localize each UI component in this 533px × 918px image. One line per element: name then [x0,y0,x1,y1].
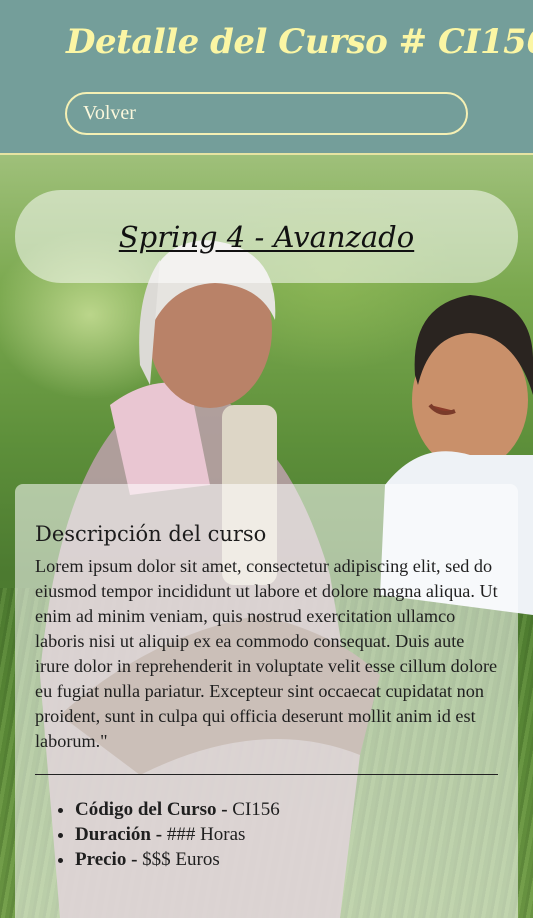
detail-item-code: Código del Curso - CI156 [75,797,498,822]
description-heading: Descripción del curso [35,522,267,546]
detail-label: Duración - [75,824,167,845]
course-title-link[interactable]: Spring 4 - Avanzado [119,220,414,254]
page-title: Detalle del Curso # CI156 [66,22,533,62]
detail-label: Precio - [75,849,143,870]
course-title-pill: Spring 4 - Avanzado [15,190,518,283]
description-text: Lorem ipsum dolor sit amet, consectetur … [35,556,498,751]
detail-value: ### Horas [166,824,246,845]
course-details-list: Código del Curso - CI156 Duración - ### … [35,797,498,872]
divider [35,774,498,775]
detail-item-price: Precio - $$$ Euros [75,847,498,872]
detail-value: CI156 [232,799,280,820]
description-card: Descripción del curso Lorem ipsum dolor … [15,484,518,918]
back-button[interactable]: Volver [65,92,468,135]
page-header: Detalle del Curso # CI156 Volver [0,0,533,155]
detail-label: Código del Curso - [75,799,233,820]
detail-item-duration: Duración - ### Horas [75,822,498,847]
detail-value: $$$ Euros [142,849,220,870]
